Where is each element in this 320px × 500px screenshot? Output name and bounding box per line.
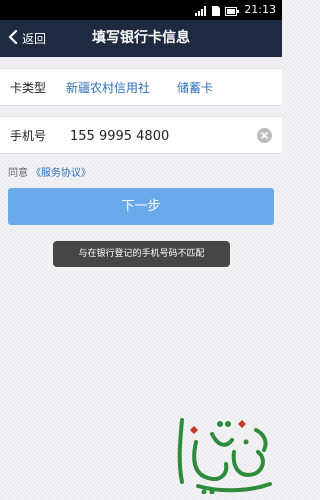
card-kind: 储蓄卡 — [177, 80, 214, 95]
error-toast: 与在银行登记的手机号码不匹配 — [53, 241, 230, 267]
page-title: 填写银行卡信息 — [92, 30, 190, 46]
status-icons: 21:13 — [195, 3, 276, 17]
agreement-prefix: 同意 — [8, 167, 28, 179]
phone-row: 手机号 — [0, 116, 282, 154]
bank-name: 新疆农村信用社 — [66, 80, 151, 95]
status-bar: 21:13 — [0, 0, 282, 20]
phone-label: 手机号 — [10, 128, 47, 143]
signal-icon — [195, 1, 207, 20]
phone-number-input[interactable] — [70, 125, 245, 147]
card-type-label: 卡类型 — [10, 80, 47, 95]
next-step-button[interactable]: 下一步 — [8, 188, 274, 225]
agreement-line: 同意 《服务协议》 — [8, 163, 91, 179]
sim-card-icon — [212, 1, 221, 20]
clear-input-button[interactable] — [257, 128, 272, 143]
status-time: 21:13 — [244, 3, 276, 16]
arabic-calligraphy-watermark — [168, 412, 276, 495]
header-bar: 返回 填写银行卡信息 — [0, 20, 282, 57]
battery-icon — [225, 1, 240, 20]
card-type-row: 卡类型 新疆农村信用社 储蓄卡 — [0, 68, 282, 106]
service-agreement-link[interactable]: 《服务协议》 — [31, 164, 91, 179]
